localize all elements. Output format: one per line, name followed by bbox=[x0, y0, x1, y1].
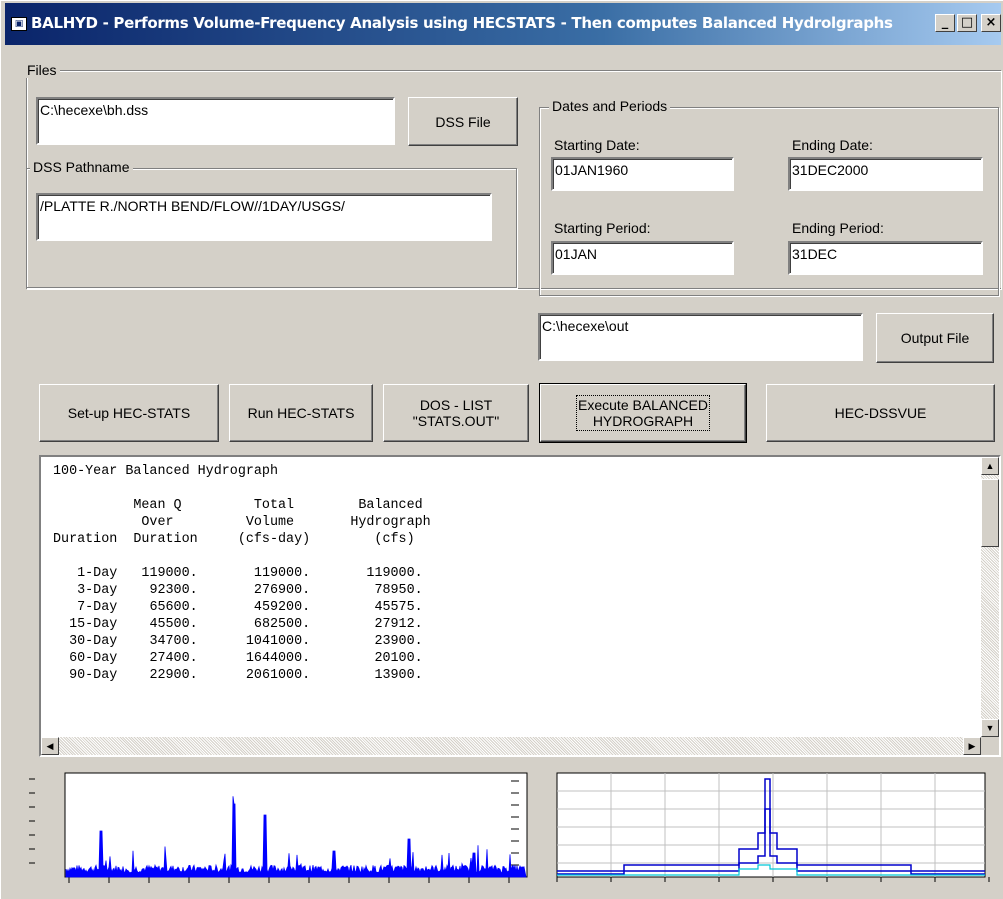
dss-file-input[interactable]: C:\hecexe\bh.dss bbox=[36, 97, 395, 145]
report-row: 7-Day 65600. 459200. 45575. bbox=[53, 600, 423, 615]
report-header-line: Over Volume Hydrograph bbox=[53, 515, 431, 530]
dss-file-button[interactable]: DSS File bbox=[408, 97, 518, 146]
report-row: 1-Day 119000. 119000. 119000. bbox=[53, 566, 423, 581]
report-cell-mean-q: 34700. bbox=[117, 634, 198, 649]
output-file-input[interactable]: C:\hecexe\out bbox=[538, 313, 863, 361]
maximize-button[interactable]: □ bbox=[957, 14, 977, 32]
scroll-down-arrow-icon[interactable]: ▼ bbox=[981, 719, 999, 737]
report-cell-balanced: 20100. bbox=[310, 651, 423, 666]
flow-timeseries-plot bbox=[29, 772, 528, 883]
report-cell-mean-q: 45500. bbox=[117, 617, 198, 632]
report-row: 3-Day 92300. 276900. 78950. bbox=[53, 583, 423, 598]
starting-date-input[interactable]: 01JAN1960 bbox=[551, 157, 734, 191]
scroll-up-arrow-icon[interactable]: ▲ bbox=[981, 457, 999, 475]
balanced-hydrograph-chart bbox=[549, 771, 997, 889]
report-cell-total-volume: 1644000. bbox=[197, 651, 311, 666]
report-cell-total-volume: 276900. bbox=[197, 583, 311, 598]
report-cell-duration: 3-Day bbox=[53, 583, 118, 598]
app-icon[interactable]: ▣ bbox=[11, 17, 27, 31]
scroll-left-arrow-icon[interactable]: ◀ bbox=[41, 737, 59, 755]
execute-balanced-hydrograph-button[interactable]: Execute BALANCED HYDROGRAPH bbox=[539, 383, 747, 443]
report-row: 15-Day 45500. 682500. 27912. bbox=[53, 617, 423, 632]
execute-button-label: Execute BALANCED HYDROGRAPH bbox=[576, 395, 710, 431]
report-cell-mean-q: 27400. bbox=[117, 651, 198, 666]
hec-dssvue-button[interactable]: HEC-DSSVUE bbox=[766, 384, 995, 442]
report-header-line: Mean Q Total Balanced bbox=[53, 498, 423, 513]
report-title: 100-Year Balanced Hydrograph bbox=[53, 464, 278, 479]
report-textarea[interactable]: 100-Year Balanced Hydrograph Mean Q Tota… bbox=[39, 455, 1001, 757]
report-cell-balanced: 13900. bbox=[310, 668, 423, 683]
close-button[interactable]: × bbox=[981, 14, 1001, 32]
report-cell-duration: 15-Day bbox=[53, 617, 118, 632]
report-cell-total-volume: 459200. bbox=[197, 600, 311, 615]
ending-period-label: Ending Period: bbox=[792, 220, 884, 236]
scrollbar-corner bbox=[981, 737, 999, 755]
output-file-button[interactable]: Output File bbox=[876, 313, 994, 363]
report-cell-balanced: 78950. bbox=[310, 583, 423, 598]
dates-periods-label: Dates and Periods bbox=[549, 98, 671, 114]
scroll-right-arrow-icon[interactable]: ▶ bbox=[963, 737, 981, 755]
flow-timeseries-chart bbox=[29, 771, 534, 889]
report-cell-mean-q: 65600. bbox=[117, 600, 198, 615]
report-row: 30-Day 34700. 1041000. 23900. bbox=[53, 634, 423, 649]
report-cell-total-volume: 119000. bbox=[197, 566, 311, 581]
report-row: 60-Day 27400. 1644000. 20100. bbox=[53, 651, 423, 666]
report-cell-duration: 1-Day bbox=[53, 566, 118, 581]
report-cell-balanced: 23900. bbox=[310, 634, 423, 649]
plot-area bbox=[556, 772, 986, 878]
starting-period-input[interactable]: 01JAN bbox=[551, 241, 734, 275]
title-bar[interactable]: ▣ BALHYD - Performs Volume-Frequency Ana… bbox=[5, 3, 1001, 45]
dos-list-button[interactable]: DOS - LIST "STATS.OUT" bbox=[383, 384, 529, 442]
report-cell-mean-q: 92300. bbox=[117, 583, 198, 598]
report-header-line: Duration Duration (cfs-day) (cfs) bbox=[53, 532, 415, 547]
report-cell-mean-q: 22900. bbox=[117, 668, 198, 683]
ending-period-input[interactable]: 31DEC bbox=[788, 241, 983, 275]
report-text: 100-Year Balanced Hydrograph Mean Q Tota… bbox=[53, 463, 431, 684]
report-cell-duration: 60-Day bbox=[53, 651, 118, 666]
report-cell-balanced: 27912. bbox=[310, 617, 423, 632]
report-row: 90-Day 22900. 2061000. 13900. bbox=[53, 668, 423, 683]
starting-date-label: Starting Date: bbox=[554, 137, 640, 153]
dss-pathname-input[interactable]: /PLATTE R./NORTH BEND/FLOW//1DAY/USGS/ bbox=[36, 193, 492, 241]
horizontal-scrollbar[interactable] bbox=[41, 737, 981, 755]
report-cell-balanced: 45575. bbox=[310, 600, 423, 615]
report-cell-total-volume: 682500. bbox=[197, 617, 311, 632]
starting-period-label: Starting Period: bbox=[554, 220, 651, 236]
files-group-label: Files bbox=[24, 62, 60, 78]
report-cell-total-volume: 2061000. bbox=[197, 668, 311, 683]
window-title: BALHYD - Performs Volume-Frequency Analy… bbox=[31, 14, 893, 32]
balanced-hydrograph-plot bbox=[556, 772, 990, 882]
report-cell-total-volume: 1041000. bbox=[197, 634, 311, 649]
report-cell-duration: 30-Day bbox=[53, 634, 118, 649]
main-window: ▣ BALHYD - Performs Volume-Frequency Ana… bbox=[0, 0, 1003, 899]
setup-hec-stats-button[interactable]: Set-up HEC-STATS bbox=[39, 384, 219, 442]
report-cell-duration: 7-Day bbox=[53, 600, 118, 615]
minimize-button[interactable]: _ bbox=[935, 14, 955, 32]
plot-area bbox=[64, 772, 528, 878]
ending-date-input[interactable]: 31DEC2000 bbox=[788, 157, 983, 191]
vertical-scroll-thumb[interactable] bbox=[981, 479, 999, 547]
report-cell-mean-q: 119000. bbox=[117, 566, 198, 581]
report-cell-balanced: 119000. bbox=[310, 566, 423, 581]
run-hec-stats-button[interactable]: Run HEC-STATS bbox=[229, 384, 373, 442]
ending-date-label: Ending Date: bbox=[792, 137, 873, 153]
dss-pathname-label: DSS Pathname bbox=[30, 159, 133, 175]
report-cell-duration: 90-Day bbox=[53, 668, 118, 683]
